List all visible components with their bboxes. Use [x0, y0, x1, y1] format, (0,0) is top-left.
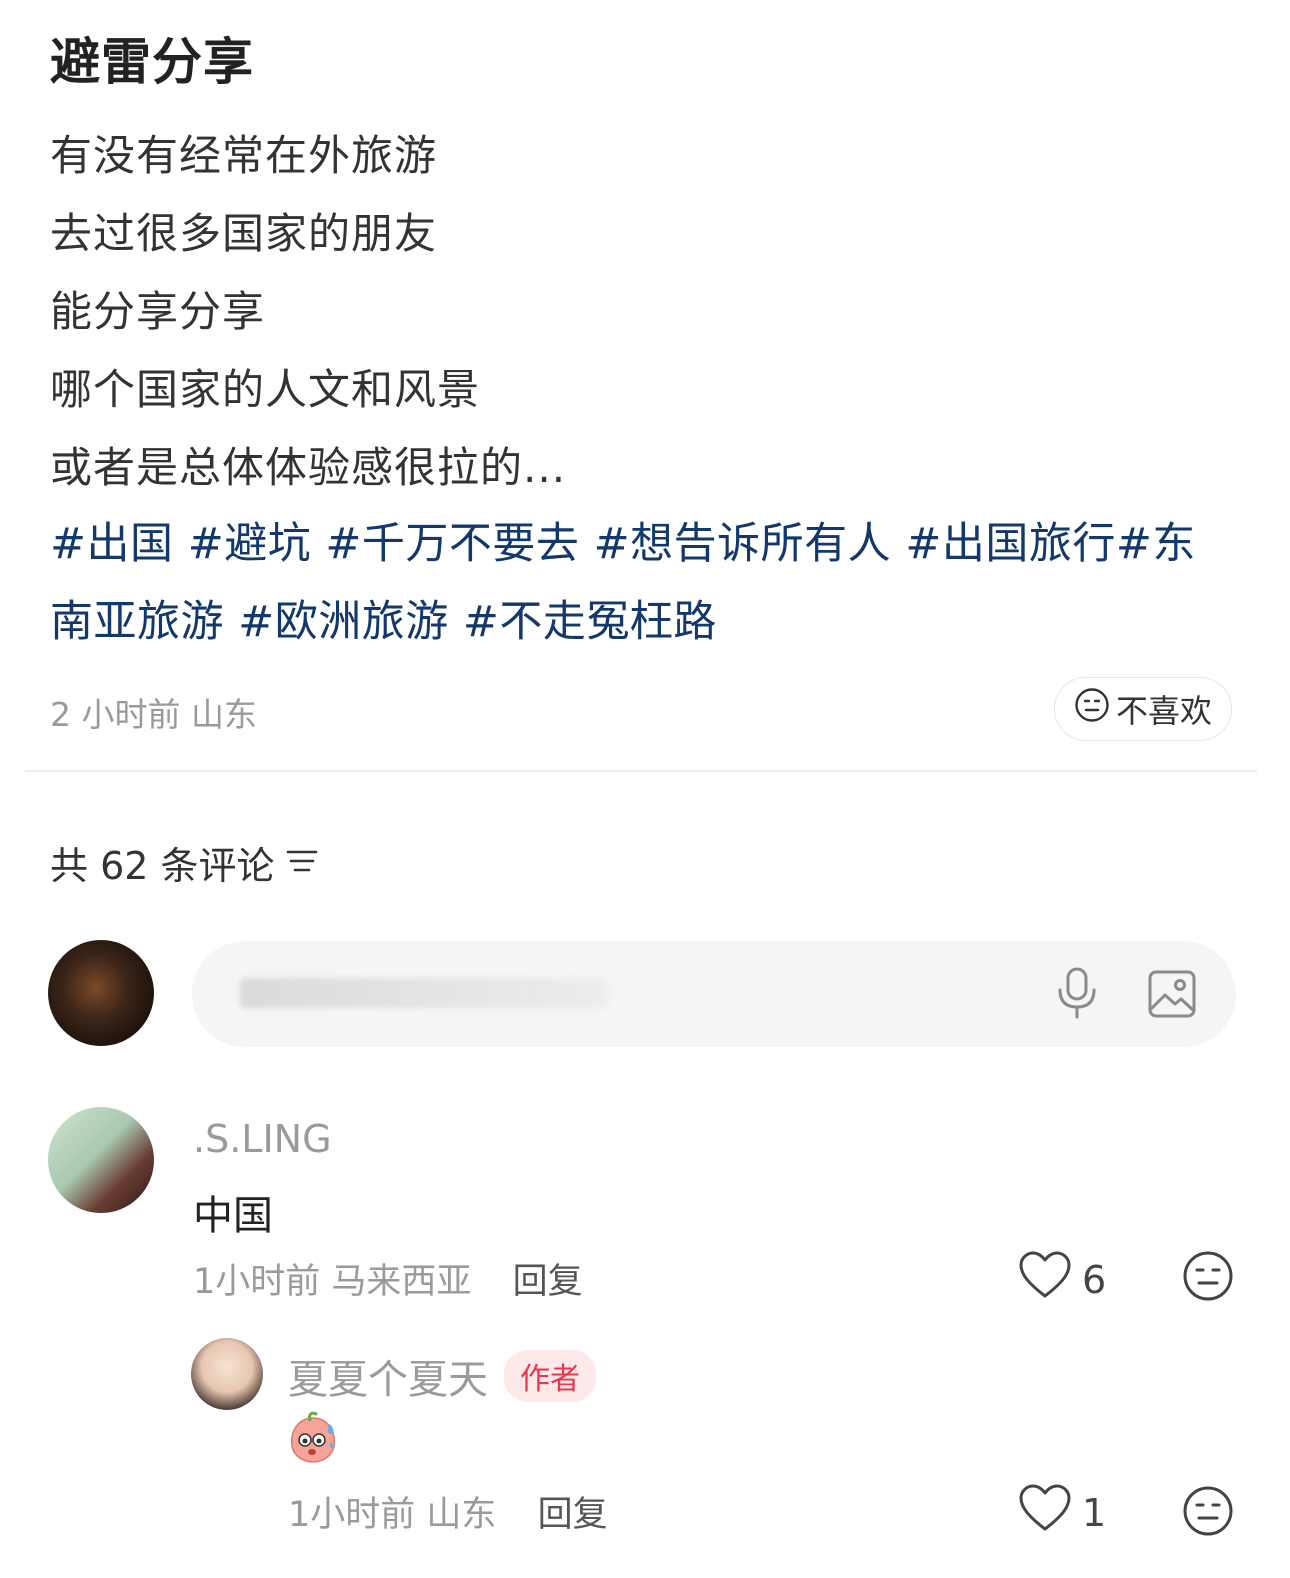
avatar[interactable] — [48, 940, 154, 1046]
post-body-line: 去过很多国家的朋友 — [50, 209, 438, 258]
avatar[interactable] — [191, 1338, 263, 1410]
like-count: 1 — [1082, 1490, 1107, 1535]
reply-button[interactable]: 回复 — [513, 1262, 583, 1302]
tag-link[interactable]: 南亚旅游 — [50, 597, 224, 647]
sweating-peach-emoji — [286, 1410, 340, 1464]
comments-count[interactable]: 共 62 条评论 — [50, 835, 319, 890]
reply-location: 山东 — [426, 1495, 497, 1535]
comment-location: 马来西亚 — [331, 1262, 472, 1302]
author-badge: 作者 — [504, 1350, 596, 1402]
image-icon[interactable] — [1146, 968, 1198, 1020]
comment-text: 中国 — [193, 1193, 273, 1239]
reply-button[interactable]: 回复 — [538, 1495, 608, 1535]
heart-icon — [1018, 1483, 1072, 1542]
comment-meta: 1小时前 马来西亚 回复 — [193, 1253, 583, 1304]
tag-link[interactable]: #出国 — [50, 519, 174, 569]
comment-username[interactable]: .S.LING — [193, 1117, 332, 1161]
comments-count-label: 共 62 条评论 — [50, 844, 275, 888]
neutral-face-icon — [1074, 687, 1110, 731]
reply-time: 1小时前 — [288, 1495, 416, 1535]
post-location: 山东 — [191, 695, 257, 734]
comment-time: 1小时前 — [193, 1262, 321, 1302]
avatar[interactable] — [48, 1107, 154, 1213]
reply-username-row: 夏夏个夏天 作者 — [288, 1347, 596, 1405]
post-title: 避雷分享 — [50, 33, 254, 91]
tag-link[interactable]: #出国旅行 — [905, 519, 1116, 569]
like-button[interactable]: 1 — [1018, 1483, 1106, 1542]
post-body-line: 或者是总体体验感很拉的... — [50, 443, 567, 492]
tag-link[interactable]: #东 — [1116, 519, 1196, 569]
reply-meta: 1小时前 山东 回复 — [288, 1486, 608, 1537]
divider — [25, 770, 1257, 772]
post-body-line: 能分享分享 — [50, 287, 266, 336]
neutral-face-icon[interactable] — [1182, 1250, 1234, 1302]
post-tags: #出国 #避坑 #千万不要去 #想告诉所有人 #出国旅行#东 南亚旅游 #欧洲旅… — [50, 505, 1240, 661]
like-count: 6 — [1082, 1257, 1107, 1302]
dislike-label: 不喜欢 — [1115, 692, 1212, 730]
tags-row-2: 南亚旅游 #欧洲旅游 #不走冤枉路 — [50, 583, 1240, 661]
reply-username[interactable]: 夏夏个夏天 — [288, 1347, 488, 1405]
tag-link[interactable]: #欧洲旅游 — [238, 597, 449, 647]
tag-link[interactable]: #想告诉所有人 — [594, 519, 892, 569]
like-button[interactable]: 6 — [1018, 1250, 1106, 1309]
heart-icon — [1018, 1250, 1072, 1309]
dislike-button[interactable]: 不喜欢 — [1054, 677, 1232, 741]
tag-link[interactable]: #千万不要去 — [325, 519, 579, 569]
post-body-line: 有没有经常在外旅游 — [50, 131, 438, 180]
tag-link[interactable]: #不走冤枉路 — [463, 597, 717, 647]
post-time: 2 小时前 — [50, 695, 181, 734]
microphone-icon[interactable] — [1052, 965, 1102, 1021]
comment-input-placeholder — [240, 978, 608, 1008]
tags-row-1: #出国 #避坑 #千万不要去 #想告诉所有人 #出国旅行#东 — [50, 505, 1240, 583]
tag-link[interactable]: #避坑 — [188, 519, 312, 569]
post-body-line: 哪个国家的人文和风景 — [50, 365, 481, 414]
neutral-face-icon[interactable] — [1182, 1485, 1234, 1537]
sort-lines-icon[interactable] — [285, 841, 319, 885]
post-meta: 2 小时前 山东 — [50, 688, 257, 736]
